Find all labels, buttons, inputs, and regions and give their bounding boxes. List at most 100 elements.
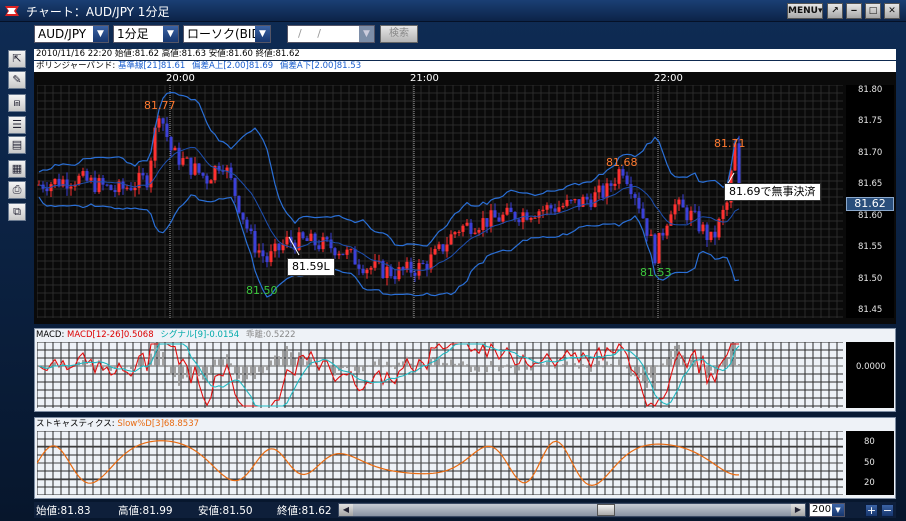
candle-body [705,224,709,240]
stochastics-axis: 80 50 20 [846,431,894,495]
candle-body [353,249,357,265]
macd-histogram-bar [558,365,560,367]
candle-body [309,233,313,242]
candle-body [453,232,457,235]
macd-diff: 乖離:0.5222 [245,330,296,340]
menu-button[interactable]: MENU▾ [787,3,823,19]
summary-close: 終値:81.62 [277,505,332,517]
cursor-tool-icon[interactable]: ⇱ [8,50,26,68]
candle-body [165,123,169,137]
macd-histogram-bar [278,356,280,366]
scroll-left-icon[interactable]: ◀ [339,504,353,516]
macd-histogram-bar [442,362,444,366]
macd-chart[interactable] [37,342,843,408]
stoch-tick: 50 [864,458,875,468]
zoom-select[interactable]: 200 ▼ [809,503,845,517]
macd-histogram-bar [178,366,180,386]
numbers-tool-icon[interactable]: ☰ [8,116,26,134]
chevron-down-icon: ▼ [163,26,178,42]
zoom-in-button[interactable]: + [865,504,878,517]
chevron-down-icon: ▼ [93,26,108,42]
timeframe-select[interactable]: 1分足 ▼ [113,25,179,43]
chart-type-select[interactable]: ローソク(BID) ▼ [183,25,271,43]
time-scrollbar[interactable]: ◀ ▶ [338,503,806,517]
minimize-button[interactable]: ‒ [846,3,862,19]
candle-body [161,118,165,124]
x-label-2100: 21:00 [410,73,439,84]
candle-body [509,207,513,213]
x-label-2000: 20:00 [166,73,195,84]
macd-histogram-bar [470,366,472,373]
candle-body [65,179,69,189]
candle-body [245,219,249,229]
macd-histogram-bar [434,358,436,366]
bollinger-label: ボリンジャーバンド: [36,61,116,71]
search-button[interactable]: 検索 [380,25,418,43]
candle-body [489,210,493,227]
y-tick: 81.45 [858,305,883,315]
candle-body [209,180,213,184]
currency-pair-select[interactable]: AUD/JPY ▼ [34,25,109,43]
stoch-tick: 20 [864,478,875,488]
price-chart[interactable] [37,85,843,318]
bollinger-info-line: ボリンジャーバンド: 基準線[21]81.61 偏差A上[2.00]81.69 … [34,61,896,72]
candle-body [601,185,605,198]
macd-histogram-bar [582,364,584,366]
print-tool-icon[interactable]: ⎙ [8,181,26,199]
macd-histogram-bar [454,363,456,366]
list-tool-icon[interactable]: ▦ [8,160,26,178]
macd-histogram-bar [174,366,176,378]
candle-body [301,232,305,239]
macd-histogram-bar [614,365,616,367]
stochastics-label: ストキャスティクス: [36,419,115,429]
macd-histogram-bar [370,366,372,367]
macd-histogram-bar [586,366,588,368]
macd-histogram-bar [234,366,236,375]
date-input[interactable]: / / ▼ [287,25,375,43]
currency-pair-value: AUD/JPY [38,27,87,41]
macd-histogram-bar [502,366,504,368]
candle-body [541,209,545,212]
annotation-low-2: 81.53 [640,266,672,279]
title-bar: チャート：AUD/JPY 1分足 MENU▾ ↗ ‒ □ ✕ [0,0,906,22]
maximize-button[interactable]: □ [865,3,881,19]
macd-histogram-bar [362,366,364,372]
macd-histogram-bar [462,361,464,366]
macd-histogram-bar [222,359,224,366]
candle-body [269,251,273,263]
exit-callout: 81.69で無事決済 [724,183,821,201]
candle-body [605,183,609,198]
scroll-thumb[interactable] [597,504,615,516]
indicator-tool-icon[interactable]: ⩎ [8,94,26,112]
candle-body [673,204,677,215]
detach-button[interactable]: ↗ [827,3,843,19]
chevron-down-icon: ▼ [832,504,844,516]
y-tick: 81.80 [858,85,883,95]
zoom-out-button[interactable]: − [881,504,894,517]
macd-histogram-bar [618,359,620,366]
candle-body [333,248,337,256]
macd-histogram-bar [666,358,668,366]
x-label-2200: 22:00 [654,73,683,84]
pencil-tool-icon[interactable]: ✎ [8,71,26,89]
macd-histogram-bar [510,366,512,369]
scroll-right-icon[interactable]: ▶ [791,504,805,516]
window-tool-icon[interactable]: ⧉ [8,203,26,221]
candle-body [85,171,89,181]
stochastics-chart[interactable] [37,431,843,495]
candle-body [449,234,453,245]
window-title: チャート：AUD/JPY 1分足 [26,5,170,19]
timeframe-value: 1分足 [117,27,149,41]
candle-body [261,250,265,257]
macd-histogram-bar [522,364,524,366]
candle-body [621,169,625,176]
table-tool-icon[interactable]: ▤ [8,136,26,154]
candle-body [645,218,649,236]
macd-histogram-bar [294,358,296,366]
macd-histogram-bar [378,359,380,366]
candle-body [593,192,597,207]
current-price-badge: 81.62 [846,197,894,211]
candle-body [385,266,389,279]
candle-body [517,219,521,223]
close-button[interactable]: ✕ [884,3,900,19]
